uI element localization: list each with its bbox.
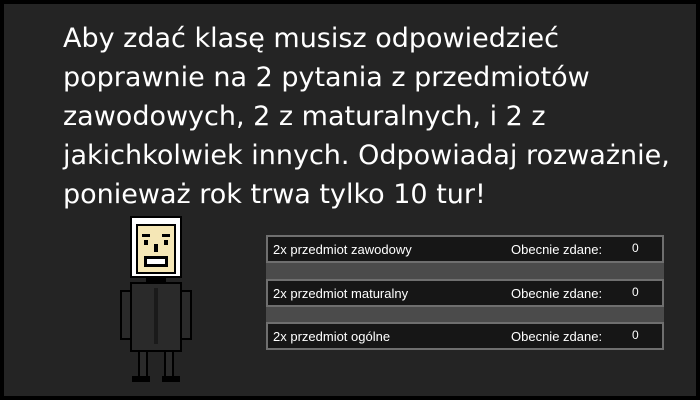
teacher-character-icon bbox=[116, 212, 196, 384]
requirement-passed-count: 0 bbox=[632, 328, 639, 342]
requirement-passed-count: 0 bbox=[632, 285, 639, 299]
game-screen: Aby zdać klasę musisz odpowiedzieć popra… bbox=[0, 0, 700, 400]
requirement-label: 2x przedmiot ogólne bbox=[273, 329, 391, 344]
instructions-text: Aby zdać klasę musisz odpowiedzieć popra… bbox=[63, 23, 670, 210]
requirements-list: 2x przedmiot zawodowy Obecnie zdane: 0 2… bbox=[266, 235, 664, 350]
requirement-row-vocational: 2x przedmiot zawodowy Obecnie zdane: 0 bbox=[266, 235, 664, 263]
requirement-row-matura: 2x przedmiot maturalny Obecnie zdane: 0 bbox=[266, 279, 664, 307]
requirement-label: 2x przedmiot zawodowy bbox=[273, 242, 412, 257]
requirement-row-general: 2x przedmiot ogólne Obecnie zdane: 0 bbox=[266, 322, 664, 350]
requirement-status-label: Obecnie zdane: bbox=[511, 329, 603, 344]
requirement-passed-count: 0 bbox=[632, 241, 639, 255]
requirement-status-label: Obecnie zdane: bbox=[511, 286, 603, 301]
requirement-status-label: Obecnie zdane: bbox=[511, 242, 603, 257]
requirement-label: 2x przedmiot maturalny bbox=[273, 286, 409, 301]
